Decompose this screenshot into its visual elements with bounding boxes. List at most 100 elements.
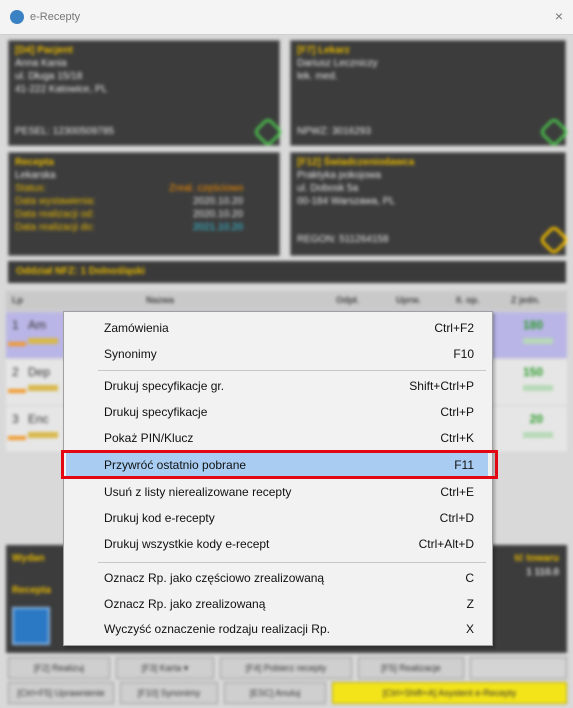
realizations-button[interactable]: [F5] Realizacje xyxy=(358,657,464,679)
menu-item-print-specs-group[interactable]: Drukuj specyfikacje gr. Shift+Ctrl+P xyxy=(66,374,488,398)
doctor-panel[interactable]: [F7] Lekarz Dariusz Leczniczy lek. med. … xyxy=(290,40,570,148)
row-number: 1 xyxy=(12,318,19,332)
doctor-header: [F7] Lekarz xyxy=(297,45,350,56)
menu-item-synonyms[interactable]: Synonimy F10 xyxy=(66,342,488,366)
row-code xyxy=(28,385,58,391)
doctor-name: Dariusz Leczniczy xyxy=(297,58,378,69)
close-button[interactable]: × xyxy=(555,8,563,24)
menu-item-shortcut: Shift+Ctrl+P xyxy=(409,379,474,393)
menu-item-clear-mark[interactable]: Wyczyść oznaczenie rodzaju realizacji Rp… xyxy=(66,617,488,641)
row-number: 3 xyxy=(12,412,19,426)
provider-header: [F12] Świadczeniodawca xyxy=(297,157,415,168)
row-name: Enc xyxy=(28,412,49,426)
menu-item-label: Oznacz Rp. jako zrealizowaną xyxy=(104,597,266,611)
provider-panel[interactable]: [F12] Świadczeniodawca Praktyka pokojowa… xyxy=(290,152,570,256)
prescription-header: Recepta xyxy=(15,157,54,168)
fetch-prescriptions-button[interactable]: [F4] Pobierz recepty xyxy=(220,657,352,679)
menu-item-show-pin[interactable]: Pokaż PIN/Klucz Ctrl+K xyxy=(66,426,488,450)
realize-button[interactable]: [F2] Realizuj xyxy=(8,657,110,679)
row-marker xyxy=(8,436,26,440)
menu-item-shortcut: Ctrl+F2 xyxy=(434,321,474,335)
menu-item-label: Zamówienia xyxy=(104,321,169,335)
prescription-assistant-button[interactable]: [Ctrl+Shift+A] Asystent e-Recepty xyxy=(332,682,567,704)
realization-to-value: 2021.10.20 xyxy=(193,222,244,233)
menu-item-label: Synonimy xyxy=(104,347,157,361)
issue-date-value: 2020.10.20 xyxy=(193,196,244,207)
patient-city: 41-222 Katowice, PL xyxy=(15,84,108,95)
menu-item-label: Drukuj specyfikacje xyxy=(104,405,208,419)
menu-item-label: Drukuj wszystkie kody e-recept xyxy=(104,537,270,551)
doctor-title: lek. med. xyxy=(297,71,338,82)
app-window: e-Recepty × [D4] Pacjent Anna Kania ul. … xyxy=(0,0,573,708)
row-code xyxy=(28,338,58,344)
realization-from-value: 2020.10.20 xyxy=(193,209,244,220)
doctor-npwz: NPWZ: 3016293 xyxy=(297,126,371,137)
menu-item-label: Usuń z listy nierealizowane recepty xyxy=(104,485,292,499)
status-value: Zreal. częściowo xyxy=(169,183,244,194)
link-icon[interactable] xyxy=(538,224,570,256)
entitlement-button[interactable]: [Ctrl+F5] Uprawnienie xyxy=(8,682,114,704)
synonyms-button[interactable]: [F10] Synonimy xyxy=(120,682,218,704)
column-header[interactable]: Odpł. xyxy=(336,295,359,305)
menu-item-shortcut: C xyxy=(465,571,474,585)
menu-separator xyxy=(98,562,486,563)
window-title: e-Recepty xyxy=(30,11,81,23)
row-edit-icon[interactable] xyxy=(523,338,553,344)
column-header[interactable]: Uprw. xyxy=(396,295,421,305)
menu-item-remove-unrealized[interactable]: Usuń z listy nierealizowane recepty Ctrl… xyxy=(66,480,488,504)
menu-item-label: Drukuj kod e-recepty xyxy=(104,511,215,525)
column-header[interactable]: Z jedn. xyxy=(511,295,540,305)
disabled-button xyxy=(470,657,567,679)
link-icon[interactable] xyxy=(538,116,570,148)
menu-item-mark-partial[interactable]: Oznacz Rp. jako częściowo zrealizowaną C xyxy=(66,566,488,590)
goods-label: tć towaru xyxy=(514,553,559,564)
row-number: 2 xyxy=(12,365,19,379)
card-button[interactable]: [F3] Karta ▾ xyxy=(116,657,214,679)
app-icon xyxy=(10,10,24,24)
row-value: 180 xyxy=(522,318,543,332)
provider-street: ul. Dobosk 5a xyxy=(297,183,359,194)
patient-panel[interactable]: [D4] Pacjent Anna Kania ul. Długa 15/18 … xyxy=(8,40,284,148)
list-header: Lp Nazwa Odpł. Uprw. Il. op. Z jedn. xyxy=(6,291,567,311)
link-icon[interactable] xyxy=(252,116,284,148)
menu-item-shortcut: Ctrl+E xyxy=(440,485,474,499)
menu-item-print-specs[interactable]: Drukuj specyfikacje Ctrl+P xyxy=(66,400,488,424)
row-value: 20 xyxy=(529,412,543,426)
row-edit-icon[interactable] xyxy=(523,385,553,391)
menu-item-mark-complete[interactable]: Oznacz Rp. jako zrealizowaną Z xyxy=(66,592,488,616)
row-name: Am xyxy=(28,318,46,332)
row-marker xyxy=(8,342,26,346)
menu-item-shortcut: Ctrl+P xyxy=(440,405,474,419)
patient-header: [D4] Pacjent xyxy=(15,45,73,56)
menu-item-orders[interactable]: Zamówienia Ctrl+F2 xyxy=(66,316,488,340)
issued-label: Wydan xyxy=(12,553,45,564)
menu-item-shortcut: X xyxy=(465,622,474,636)
menu-item-print-code[interactable]: Drukuj kod e-recepty Ctrl+D xyxy=(66,506,488,530)
menu-item-label: Drukuj specyfikacje gr. xyxy=(104,379,225,393)
provider-name: Praktyka pokojowa xyxy=(297,170,381,181)
menu-separator xyxy=(98,370,486,371)
menu-item-label: Oznacz Rp. jako częściowo zrealizowaną xyxy=(104,571,325,585)
prescription-label: Recepta xyxy=(12,585,51,596)
row-value: 150 xyxy=(522,365,543,379)
cancel-button[interactable]: [ESC] Anuluj xyxy=(224,682,326,704)
row-edit-icon[interactable] xyxy=(523,432,553,438)
column-header[interactable]: Il. op. xyxy=(456,295,480,305)
patient-street: ul. Długa 15/18 xyxy=(15,71,83,82)
prescription-panel: Recepta Lekarska Status: Zreal. częściow… xyxy=(8,152,280,256)
title-bar: e-Recepty × xyxy=(0,0,573,35)
status-label: Status: xyxy=(15,183,47,194)
nfz-branch-bar[interactable]: Oddział NFZ: 1 Dolnośląski xyxy=(8,261,566,283)
menu-item-shortcut: Ctrl+Alt+D xyxy=(418,537,474,551)
column-header[interactable]: Lp xyxy=(12,295,23,305)
provider-regon: REGON: 511264158 xyxy=(297,234,389,245)
menu-item-label: Pokaż PIN/Klucz xyxy=(104,431,194,445)
prescription-image-icon[interactable] xyxy=(12,607,50,645)
column-header[interactable]: Nazwa xyxy=(146,295,174,305)
highlight-box xyxy=(61,450,498,479)
row-name: Dep xyxy=(28,365,51,379)
issue-date-label: Data wystawienia: xyxy=(15,196,96,207)
realization-from-label: Data realizacji od: xyxy=(15,209,95,220)
patient-name: Anna Kania xyxy=(15,58,67,69)
menu-item-print-all-codes[interactable]: Drukuj wszystkie kody e-recept Ctrl+Alt+… xyxy=(66,532,488,556)
